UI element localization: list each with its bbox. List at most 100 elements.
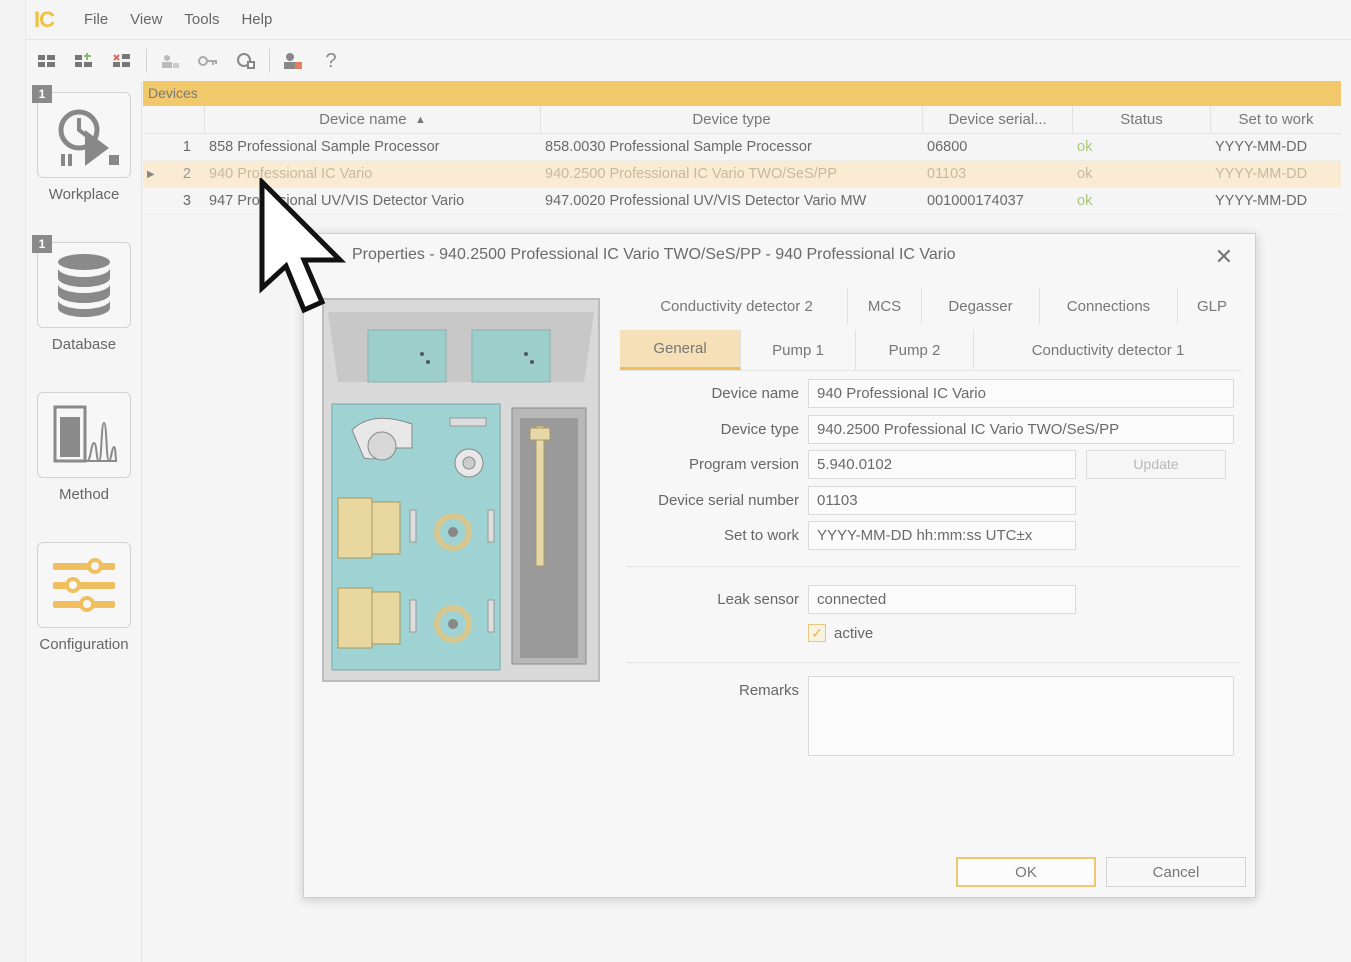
nav-item-configuration[interactable]: Configuration [32, 542, 136, 653]
field-row-serial: Device serial number 01103 [620, 485, 1076, 515]
nav-item-method[interactable]: Method [32, 392, 136, 503]
tab-glp[interactable]: GLP [1178, 288, 1246, 324]
devices-panel-header: Devices [143, 81, 1341, 106]
help-icon[interactable]: ? [318, 48, 344, 74]
row-number: 1 [182, 139, 191, 155]
device-type-label: Device type [720, 420, 799, 438]
cell-status: ok [1077, 166, 1093, 182]
tab-conductivity-detector-1[interactable]: Conductivity detector 1 [974, 330, 1242, 370]
nav-badge: 1 [32, 85, 52, 103]
column-header-set-to-work[interactable]: Set to work [1211, 106, 1341, 133]
leak-sensor-label: Leak sensor [717, 590, 799, 608]
set-to-work-label: Set to work [723, 526, 799, 544]
toolbar-separator [146, 49, 147, 73]
cell-set-to-work: YYYY-MM-DD [1215, 139, 1308, 155]
method-icon [53, 405, 118, 463]
field-row-remarks: Remarks [620, 676, 1234, 758]
ok-button[interactable]: OK [956, 857, 1096, 887]
nav-item-database[interactable]: 1 Database [32, 235, 136, 353]
menu-view[interactable]: View [130, 11, 162, 28]
properties-dialog: Properties - 940.2500 Professional IC Va… [303, 233, 1256, 898]
menu-help[interactable]: Help [241, 11, 272, 28]
cell-status: ok [1077, 193, 1093, 209]
security-settings-icon[interactable] [233, 48, 259, 74]
layout-remove-icon[interactable] [110, 48, 136, 74]
update-button[interactable]: Update [1086, 449, 1226, 479]
cell-device-type: 940.2500 Professional IC Vario TWO/SeS/P… [545, 166, 838, 182]
menu-tools[interactable]: Tools [184, 11, 219, 28]
tab-conductivity-detector-2[interactable]: Conductivity detector 2 [626, 288, 848, 324]
cell-device-name: 947 Professional UV/VIS Detector Vario [209, 193, 465, 209]
cell-device-name: 858 Professional Sample Processor [209, 139, 440, 155]
device-serial-label: Device serial number [658, 491, 799, 509]
table-header: Device name ▲ Device type Device serial.… [143, 106, 1341, 134]
menu-bar: IC File View Tools Help [26, 0, 1351, 40]
device-type-field: 940.2500 Professional IC Vario TWO/SeS/P… [808, 414, 1234, 444]
cell-device-type: 947.0020 Professional UV/VIS Detector Va… [545, 193, 867, 209]
leak-sensor-field: connected [808, 584, 1076, 614]
sort-ascending-icon: ▲ [415, 113, 426, 126]
tab-pump-1[interactable]: Pump 1 [741, 330, 856, 370]
column-header-device-type[interactable]: Device type [541, 106, 923, 133]
table-row[interactable]: 1 858 Professional Sample Processor 858.… [143, 134, 1341, 161]
field-row-leak-sensor: Leak sensor connected [620, 584, 1076, 614]
cell-device-serial: 01103 [927, 166, 967, 182]
form-divider [626, 662, 1241, 663]
dialog-title: Properties - 940.2500 Professional IC Va… [352, 246, 956, 263]
cell-device-type: 858.0030 Professional Sample Processor [545, 139, 812, 155]
cancel-button[interactable]: Cancel [1106, 857, 1246, 887]
nav-tile-workplace[interactable]: 1 [32, 85, 131, 178]
database-icon [58, 254, 110, 317]
nav-badge: 1 [32, 235, 52, 253]
cell-device-serial: 001000174037 [927, 193, 1024, 209]
remarks-label: Remarks [738, 682, 799, 699]
field-row-device-type: Device type 940.2500 Professional IC Var… [620, 414, 1234, 444]
active-checkbox[interactable]: ✓ [808, 624, 826, 642]
field-row-program-version: Program version 5.940.0102 Update [620, 449, 1226, 479]
tab-pump-2[interactable]: Pump 2 [856, 330, 974, 370]
column-header-device-name[interactable]: Device name ▲ [205, 106, 541, 133]
form-divider [626, 566, 1241, 567]
nav-item-workplace[interactable]: 1 Workplace [32, 85, 136, 203]
cell-set-to-work: YYYY-MM-DD [1215, 193, 1308, 209]
tab-general[interactable]: General [620, 330, 741, 370]
app-logo: IC [34, 6, 55, 32]
active-checkbox-label: active [834, 624, 874, 642]
nav-tile-configuration[interactable] [37, 542, 131, 628]
device-name-input[interactable]: 940 Professional IC Vario [808, 378, 1234, 408]
nav-tile-method[interactable] [37, 392, 131, 478]
column-header-status[interactable]: Status [1073, 106, 1211, 133]
nav-label-database: Database [51, 336, 117, 353]
toolbar: ? [26, 42, 1351, 80]
tab-degasser[interactable]: Degasser [922, 288, 1040, 324]
field-row-set-to-work: Set to work YYYY-MM-DD hh:mm:ss UTC±x [620, 520, 1076, 550]
left-nav: 1 Workplace 1 Database Method Configurat… [26, 82, 142, 962]
nav-label-workplace: Workplace [48, 186, 120, 203]
cell-status: ok [1077, 139, 1093, 155]
column-header-device-serial[interactable]: Device serial... [923, 106, 1073, 133]
close-icon[interactable]: ✕ [1215, 244, 1233, 270]
toolbar-separator [269, 49, 270, 73]
key-icon[interactable] [195, 48, 221, 74]
nav-label-method: Method [58, 486, 110, 503]
user-lock-icon[interactable] [280, 48, 306, 74]
tab-mcs[interactable]: MCS [848, 288, 922, 324]
row-number: 2 [182, 166, 191, 182]
nav-label-configuration: Configuration [39, 636, 129, 653]
nav-tile-database[interactable]: 1 [32, 235, 131, 328]
layout-add-icon[interactable] [72, 48, 98, 74]
set-to-work-field: YYYY-MM-DD hh:mm:ss UTC±x [808, 520, 1076, 550]
layout-grid-icon[interactable] [34, 48, 60, 74]
device-name-label: Device name [711, 384, 799, 402]
users-icon[interactable] [157, 48, 183, 74]
device-serial-field: 01103 [808, 485, 1076, 515]
remarks-textarea[interactable] [808, 676, 1234, 756]
cell-set-to-work: YYYY-MM-DD [1215, 166, 1308, 182]
configuration-sliders-icon [53, 558, 115, 612]
header-row-number [143, 106, 205, 133]
field-row-device-name: Device name 940 Professional IC Vario [620, 378, 1234, 408]
row-number: 3 [182, 193, 191, 209]
tab-connections[interactable]: Connections [1040, 288, 1178, 324]
tab-row-1: Conductivity detector 2 MCS Degasser Con… [626, 288, 1246, 324]
menu-file[interactable]: File [84, 11, 108, 28]
